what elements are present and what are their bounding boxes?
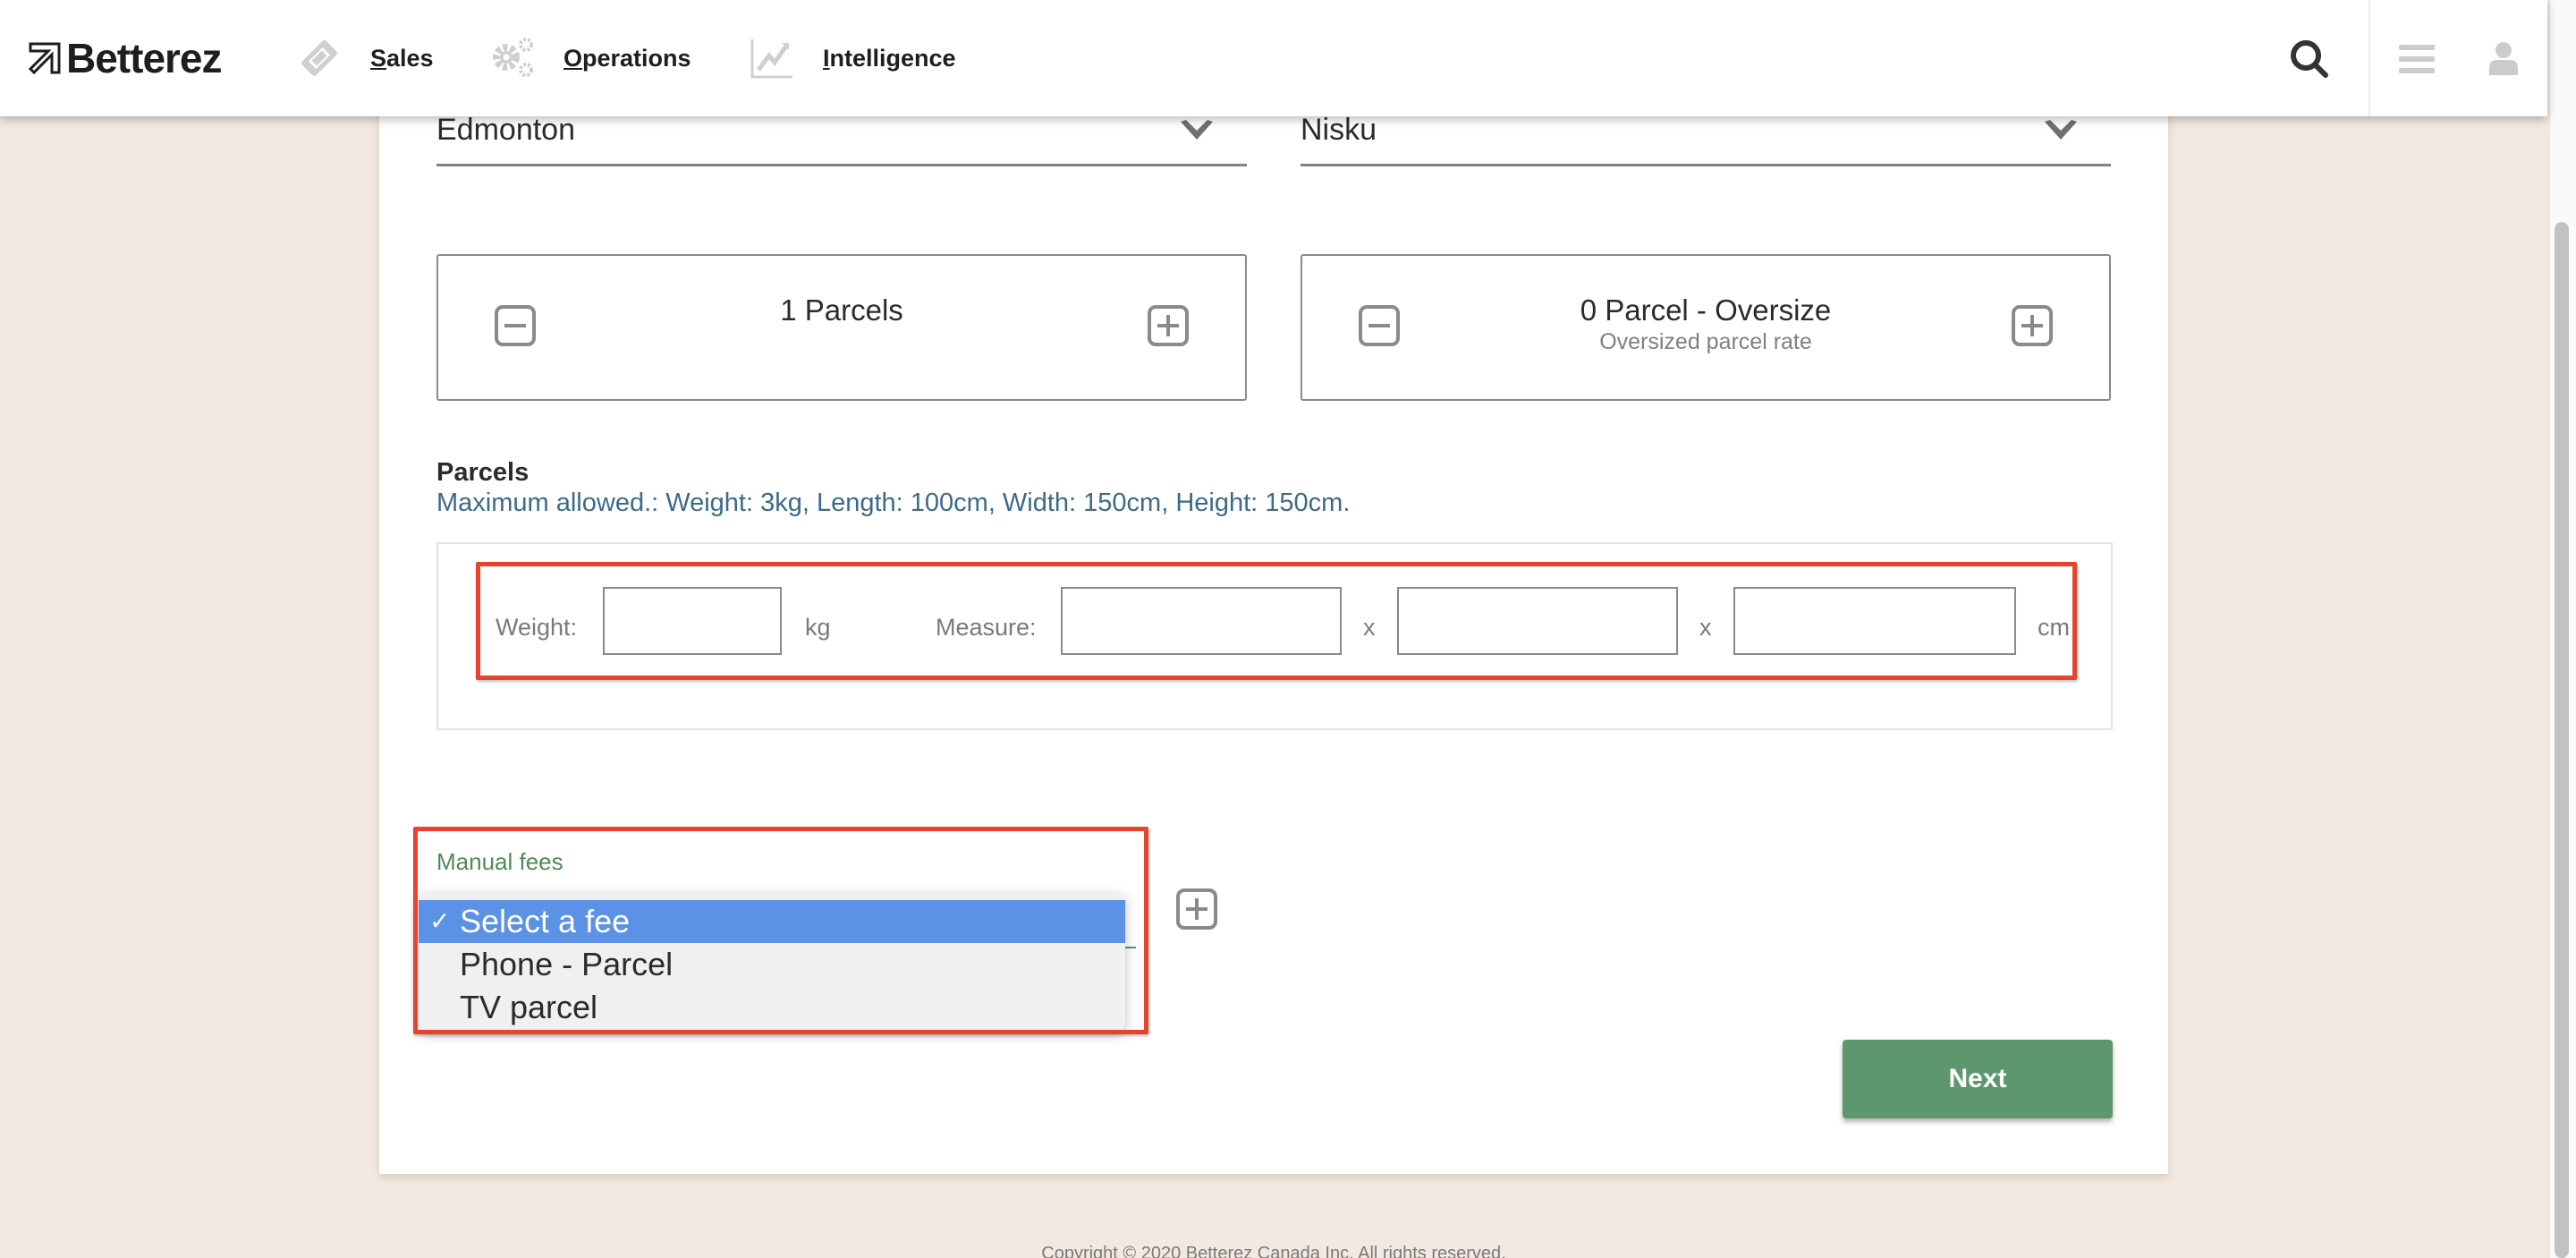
user-icon[interactable] bbox=[2488, 41, 2519, 77]
logo-arrow-icon bbox=[28, 42, 61, 75]
increment-oversize-button[interactable] bbox=[2011, 304, 2054, 347]
nav-intelligence-label: Intelligence bbox=[823, 44, 956, 72]
add-fee-button[interactable] bbox=[1175, 888, 1218, 931]
ticket-icon bbox=[301, 40, 337, 76]
height-input[interactable] bbox=[1733, 587, 2016, 655]
weight-unit: kg bbox=[805, 614, 831, 641]
origin-value: Edmonton bbox=[436, 113, 575, 147]
weight-label: Weight: bbox=[496, 614, 578, 641]
width-input[interactable] bbox=[1397, 587, 1678, 655]
parcel-dimensions-row: Weight: kg Measure: x x cm bbox=[496, 587, 2070, 655]
chevron-down-icon bbox=[2045, 120, 2077, 140]
oversize-count-label: 0 Parcel - Oversize bbox=[1580, 293, 1832, 327]
weight-input[interactable] bbox=[603, 587, 782, 655]
checkmark-icon: ✓ bbox=[429, 907, 451, 935]
next-button[interactable]: Next bbox=[1843, 1040, 2113, 1118]
fee-option-select-a-fee[interactable]: ✓ Select a fee bbox=[419, 900, 1125, 943]
fee-option-label: Phone - Parcel bbox=[460, 946, 674, 982]
parcels-count-label: 1 Parcels bbox=[780, 293, 903, 327]
manual-fees-dropdown[interactable]: ✓ Select a fee Phone - Parcel TV parcel bbox=[419, 893, 1125, 1031]
fee-option-label: Select a fee bbox=[460, 903, 631, 939]
length-input[interactable] bbox=[1061, 587, 1342, 655]
menu-icon[interactable] bbox=[2399, 43, 2435, 75]
fee-option-phone-parcel[interactable]: Phone - Parcel bbox=[419, 943, 1125, 986]
fee-option-label: TV parcel bbox=[460, 989, 598, 1025]
gears-icon bbox=[493, 38, 533, 77]
fee-option-tv-parcel[interactable]: TV parcel bbox=[419, 986, 1125, 1029]
nav-sales[interactable]: Sales bbox=[297, 36, 434, 81]
increment-parcels-button[interactable] bbox=[1147, 304, 1190, 347]
parcels-heading: Parcels bbox=[436, 458, 530, 487]
oversize-rate-label: Oversized parcel rate bbox=[1599, 329, 1812, 354]
nav-operations-label: Operations bbox=[564, 44, 691, 72]
parcel-form-card: Edmonton Nisku 1 Parcels 0 Parcel - Over… bbox=[379, 98, 2168, 1174]
manual-fees-label: Manual fees bbox=[436, 848, 564, 875]
nav-intelligence[interactable]: Intelligence bbox=[750, 36, 956, 81]
search-icon[interactable] bbox=[2288, 38, 2331, 81]
chart-line-icon bbox=[750, 39, 792, 79]
parcels-max-allowed: Maximum allowed.: Weight: 3kg, Length: 1… bbox=[436, 489, 1351, 517]
chevron-down-icon bbox=[1181, 120, 1213, 140]
destination-value: Nisku bbox=[1301, 113, 1377, 147]
parcels-counter: 1 Parcels bbox=[436, 254, 1247, 401]
brand-logo[interactable]: Betterez bbox=[27, 34, 223, 82]
dimension-separator: x bbox=[1699, 614, 1712, 641]
top-navbar: Betterez Sales Operations Intelligence bbox=[0, 0, 2547, 116]
scrollbar-thumb[interactable] bbox=[2555, 222, 2569, 1258]
oversize-counter: 0 Parcel - Oversize Oversized parcel rat… bbox=[1301, 254, 2111, 401]
measure-unit: cm bbox=[2038, 614, 2070, 641]
nav-operations[interactable]: Operations bbox=[490, 36, 691, 81]
footer-copyright: Copyright © 2020 Betterez Canada Inc. Al… bbox=[1041, 1244, 1506, 1258]
dimension-separator: x bbox=[1363, 614, 1376, 641]
brand-name: Betterez bbox=[66, 35, 223, 81]
measure-label: Measure: bbox=[936, 614, 1037, 641]
nav-sales-label: Sales bbox=[370, 44, 434, 72]
header-divider bbox=[2368, 0, 2370, 116]
